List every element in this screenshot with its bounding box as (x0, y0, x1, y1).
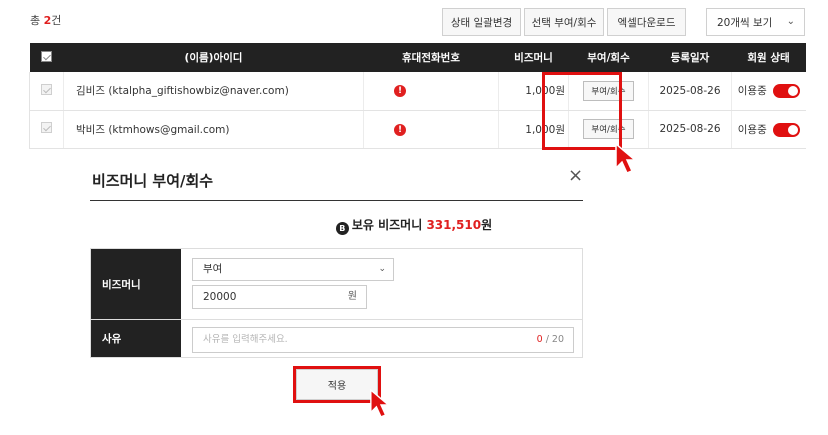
balance-label: 보유 비즈머니 (351, 218, 427, 232)
register-date-cell: 2025-08-26 (648, 72, 732, 111)
member-table: (이름)아이디 휴대전화번호 비즈머니 부여/회수 등록일자 회원 상태 김비즈… (29, 43, 806, 149)
select-all-checkbox[interactable] (41, 50, 52, 62)
member-name-cell: 김비즈 (ktalpha_giftishowbiz@naver.com) (63, 72, 364, 111)
amount-value: 20000 (203, 291, 237, 303)
col-header-date: 등록일자 (648, 43, 732, 72)
amount-unit: 원 (347, 291, 357, 302)
highlight-box (293, 366, 381, 403)
status-label: 이용중 (737, 85, 767, 98)
page-size-value: 20개씩 보기 (717, 16, 773, 29)
chevron-down-icon: ⌄ (378, 264, 386, 274)
warning-icon[interactable]: ! (394, 85, 406, 98)
modal-divider (90, 200, 583, 201)
reason-placeholder: 사유를 입력해주세요. (203, 334, 288, 345)
modal-title: 비즈머니 부여/회수 (92, 172, 214, 190)
register-date-cell: 2025-08-26 (648, 110, 732, 149)
col-header-status: 회원 상태 (731, 43, 806, 72)
bulk-grant-revoke-button[interactable]: 선택 부여/회수 (524, 8, 604, 36)
status-label: 이용중 (737, 123, 767, 136)
grant-form: 비즈머니 부여 ⌄ 20000 원 사유 사유를 입력해주세요. 0 / 20 (90, 248, 583, 358)
row-checkbox[interactable] (41, 83, 52, 95)
total-count: 총 2건 (30, 14, 62, 27)
col-header-id: (이름)아이디 (63, 43, 364, 72)
pointer-cursor-icon (615, 142, 638, 174)
close-icon[interactable]: × (568, 167, 583, 185)
row-checkbox[interactable] (41, 122, 52, 133)
chevron-down-icon: ⌄ (786, 16, 795, 27)
table-row: 김비즈 (ktalpha_giftishowbiz@naver.com) ! 1… (29, 72, 806, 111)
bulk-status-change-button[interactable]: 상태 일괄변경 (442, 8, 521, 36)
balance-summary: B 보유 비즈머니 331,510원 (0, 216, 828, 235)
page-size-select[interactable]: 20개씩 보기 ⌄ (706, 8, 805, 36)
balance-unit: 원 (481, 218, 493, 232)
amount-input[interactable]: 20000 원 (192, 285, 367, 309)
status-toggle[interactable] (772, 84, 800, 99)
bizmoney-coin-icon: B (335, 222, 349, 235)
col-header-bizmoney: 비즈머니 (498, 43, 569, 72)
table-row: 박비즈 (ktmhows@gmail.com) ! 1,000원 부여/회수 2… (29, 110, 806, 149)
select-all-cell[interactable] (29, 43, 64, 72)
highlight-box (542, 72, 622, 150)
grant-type-select[interactable]: 부여 ⌄ (192, 258, 394, 281)
balance-amount: 331,510 (426, 218, 482, 232)
member-name-cell: 박비즈 (ktmhows@gmail.com) (63, 110, 364, 149)
status-toggle[interactable] (772, 122, 800, 137)
col-header-grant: 부여/회수 (568, 43, 649, 72)
col-header-phone: 휴대전화번호 (363, 43, 499, 72)
warning-icon[interactable]: ! (394, 123, 406, 136)
reason-input[interactable]: 사유를 입력해주세요. 0 / 20 (192, 327, 574, 353)
char-counter: 0 / 20 (536, 334, 564, 345)
bizmoney-label: 비즈머니 (91, 249, 181, 319)
excel-download-button[interactable]: 엑셀다운로드 (607, 8, 686, 36)
grant-type-value: 부여 (203, 263, 223, 275)
pointer-cursor-icon (370, 388, 391, 418)
table-header-row: (이름)아이디 휴대전화번호 비즈머니 부여/회수 등록일자 회원 상태 (29, 43, 806, 72)
reason-label: 사유 (91, 320, 181, 357)
